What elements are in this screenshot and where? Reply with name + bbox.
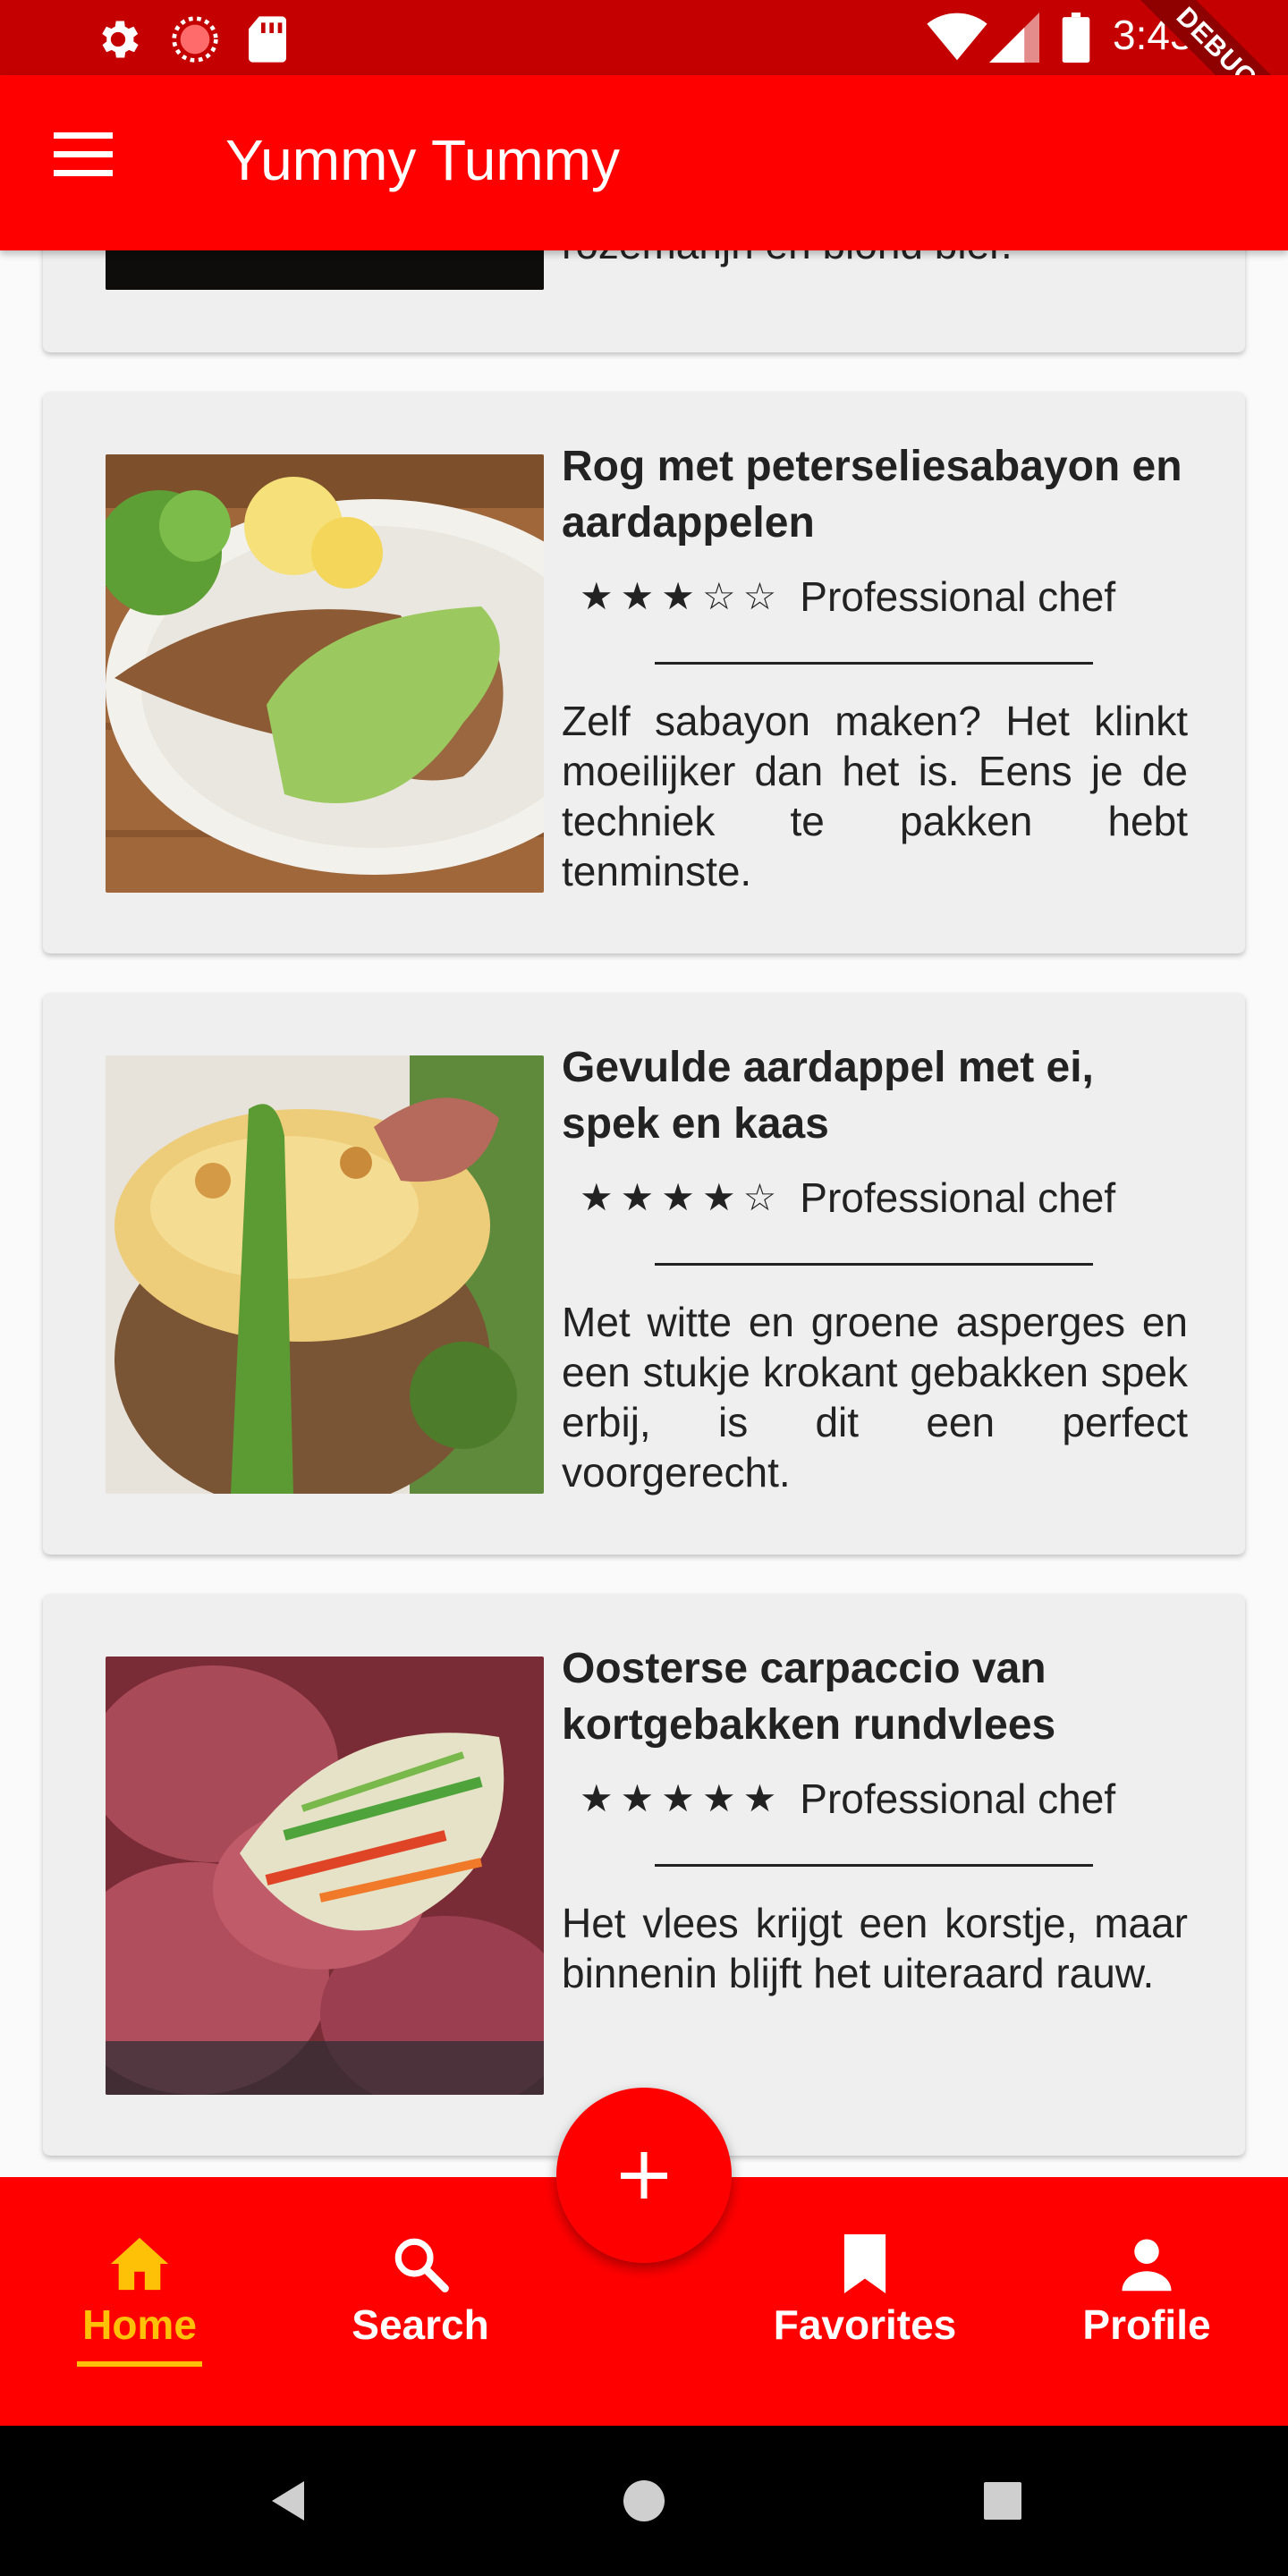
rating-stars: ★★★☆☆: [580, 574, 784, 619]
rating-row: ★★★☆☆ Professional chef: [580, 569, 1115, 623]
difficulty-label: Professional chef: [800, 1775, 1116, 1822]
back-icon[interactable]: [259, 2426, 313, 2576]
hamburger-menu-icon[interactable]: [54, 132, 116, 186]
recipe-card[interactable]: Rog met peterseliesabayon en aardappelen…: [43, 392, 1245, 953]
divider: [655, 662, 1093, 665]
rating-stars: ★★★★☆: [580, 1175, 784, 1220]
record-icon: [172, 16, 218, 63]
gear-icon: [102, 21, 139, 58]
app-bar: Yummy Tummy: [0, 75, 1288, 250]
app-title: Yummy Tummy: [225, 128, 620, 192]
nav-profile[interactable]: Profile: [1057, 2177, 1236, 2426]
battery-icon: [1062, 13, 1090, 63]
difficulty-label: Professional chef: [800, 572, 1116, 620]
recipe-title: Oosterse carpaccio van kortgebakken rund…: [562, 1645, 1056, 1749]
recipe-image: [106, 454, 544, 893]
signal-icon: [989, 13, 1039, 63]
recipe-card[interactable]: Oosterse carpaccio van kortgebakken rund…: [43, 1594, 1245, 2156]
recipe-description: Het vlees krijgt een korstje, maar binne…: [562, 1900, 1188, 1996]
system-navigation-bar: [0, 2426, 1288, 2576]
recipe-card[interactable]: rozemarijn en blond bier.: [43, 250, 1245, 352]
nav-search[interactable]: Search: [331, 2177, 510, 2426]
divider: [655, 1864, 1093, 1867]
divider: [655, 1263, 1093, 1266]
recipe-description: Zelf sabayon maken? Het klinkt moeilijke…: [562, 698, 1188, 894]
home-circle-icon[interactable]: [617, 2426, 671, 2576]
recipe-description: rozemarijn en blond bier.: [562, 250, 1013, 268]
rating-row: ★★★★☆ Professional chef: [580, 1170, 1115, 1224]
add-recipe-button[interactable]: [556, 2088, 732, 2263]
rating-row: ★★★★★ Professional chef: [580, 1771, 1115, 1825]
status-bar: 3:43 DEBUG: [0, 0, 1288, 157]
nav-home-label: Home: [82, 2301, 197, 2348]
recipe-title: Gevulde aardappel met ei, spek en kaas: [562, 1044, 1094, 1148]
recipe-image: [106, 1657, 544, 2095]
recipe-image: [106, 250, 544, 290]
bookmark-icon: [843, 2234, 886, 2293]
recipe-title: Rog met peterseliesabayon en aardappelen: [562, 443, 1182, 547]
nav-search-label: Search: [352, 2301, 489, 2348]
nav-home[interactable]: Home: [50, 2177, 229, 2426]
rating-stars: ★★★★★: [580, 1776, 784, 1821]
home-icon: [110, 2237, 169, 2291]
difficulty-label: Professional chef: [800, 1174, 1116, 1221]
nav-profile-label: Profile: [1082, 2301, 1211, 2348]
search-icon: [394, 2238, 449, 2292]
person-icon: [1122, 2239, 1172, 2292]
recents-icon[interactable]: [975, 2426, 1029, 2576]
recipe-description: Met witte en groene asperges en een stuk…: [562, 1299, 1188, 1496]
sd-card-icon: [249, 16, 286, 63]
recipe-card[interactable]: Gevulde aardappel met ei, spek en kaas ★…: [43, 993, 1245, 1555]
recipe-list[interactable]: rozemarijn en blond bier. Rog met pe: [0, 250, 1288, 2177]
active-tab-indicator: [77, 2361, 202, 2367]
recipe-image: [106, 1055, 544, 1494]
nav-favorites-label: Favorites: [773, 2301, 957, 2348]
wifi-icon: [927, 13, 987, 61]
nav-favorites[interactable]: Favorites: [753, 2177, 977, 2426]
plus-icon: [621, 2152, 667, 2199]
